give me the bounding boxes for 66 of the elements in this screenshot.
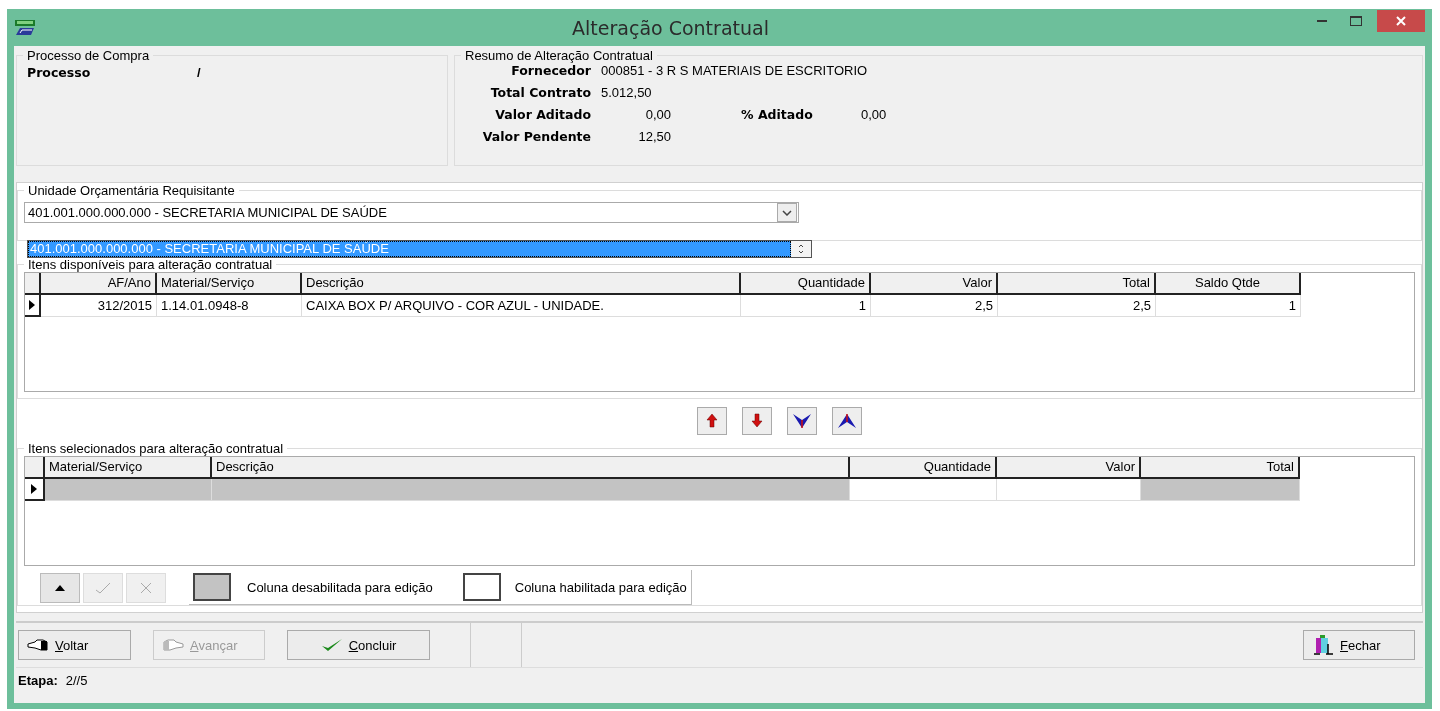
app-icon: [14, 18, 36, 37]
table-cell: CAIXA BOX P/ ARQUIVO - COR AZUL - UNIDADE.: [302, 295, 741, 317]
table-cell: 1.14.01.0948-8: [157, 295, 302, 317]
field-value: 12,50: [637, 129, 671, 144]
dropdown[interactable]: 401.001.000.000.000 - SECRETARIA MUNICIPAL DE SAÚDE: [24, 202, 799, 223]
table-cell: 312/2015: [41, 295, 157, 317]
column-header[interactable]: Material/Serviço: [157, 273, 302, 295]
table-cell: 1: [741, 295, 871, 317]
field-label: Processo: [26, 65, 92, 80]
legend-label: Coluna desabilitada para edição: [247, 579, 433, 595]
check-icon: [95, 581, 111, 594]
group-title: Processo de Compra: [26, 48, 151, 63]
maximize-icon: [1350, 16, 1362, 26]
move-button[interactable]: [697, 407, 727, 435]
close-dialog-button[interactable]: Fechar: [1303, 630, 1415, 660]
scroll-arrows[interactable]: [791, 241, 811, 257]
column-header[interactable]: Valor: [997, 457, 1141, 479]
spin-arrows-icon: [798, 243, 804, 255]
status-label: Etapa:: [18, 672, 58, 688]
field-value: 5.012,50: [601, 85, 653, 100]
column-header[interactable]: Material/Serviço: [45, 457, 212, 479]
table-cell: 2,5: [871, 295, 998, 317]
table-cell: 2,5: [998, 295, 1156, 317]
field-label: Valor Pendente: [481, 129, 592, 144]
column-header[interactable]: Descrição: [302, 273, 741, 295]
arrow-up-icon: [705, 412, 719, 430]
chevron-up-icon: [837, 412, 857, 430]
field-value: /: [197, 65, 201, 80]
chevron-down-icon: [782, 209, 792, 216]
dropdown-button[interactable]: [777, 203, 797, 222]
column-header[interactable]: Valor: [871, 273, 998, 295]
field-value: 000851 - 3 R S MATERIAIS DE ESCRITORIO: [601, 63, 868, 78]
triangle-up-icon: [54, 583, 66, 592]
column-header[interactable]: AF/Ano: [41, 273, 157, 295]
column-header[interactable]: Saldo Qtde: [1156, 273, 1301, 295]
group-title: Resumo de Alteração Contratual: [464, 48, 654, 63]
field-label: Valor Aditado: [494, 107, 592, 122]
arrow-down-icon: [750, 412, 764, 430]
field-value: 0,00: [861, 107, 887, 122]
cross-icon: [140, 581, 152, 594]
grid-tool-button[interactable]: [40, 572, 80, 603]
legend-label: Coluna habilitada para edição: [514, 579, 687, 595]
group-title: Itens selecionados para alteração contratual: [27, 441, 285, 456]
table-cell: 1: [1156, 295, 1301, 317]
field-label: Fornecedor: [510, 63, 592, 78]
column-header[interactable]: Total: [998, 273, 1156, 295]
window-title: Alteração Contratual: [571, 16, 770, 39]
status-value: 2//5: [65, 672, 88, 688]
move-button[interactable]: [742, 407, 772, 435]
column-header[interactable]: Total: [1141, 457, 1300, 479]
field-label: % Aditado: [741, 107, 814, 122]
chevron-down-icon: [792, 412, 812, 430]
move-button[interactable]: [787, 407, 817, 435]
field-label: Total Contrato: [489, 85, 592, 100]
close-button[interactable]: [1377, 10, 1425, 32]
field-value: 0,00: [644, 107, 671, 122]
footer-button[interactable]: Voltar: [18, 630, 131, 660]
column-header[interactable]: Quantidade: [850, 457, 997, 479]
group-title: Itens disponíveis para alteração contratual: [27, 257, 274, 272]
group-title: Unidade Orçamentária Requisitante: [27, 183, 236, 198]
column-header[interactable]: Quantidade: [741, 273, 871, 295]
move-button[interactable]: [832, 407, 862, 435]
footer-button[interactable]: Concluir: [287, 630, 430, 660]
close-icon: [1396, 16, 1406, 26]
column-header[interactable]: Descrição: [212, 457, 850, 479]
minimize-icon: [1317, 20, 1327, 22]
